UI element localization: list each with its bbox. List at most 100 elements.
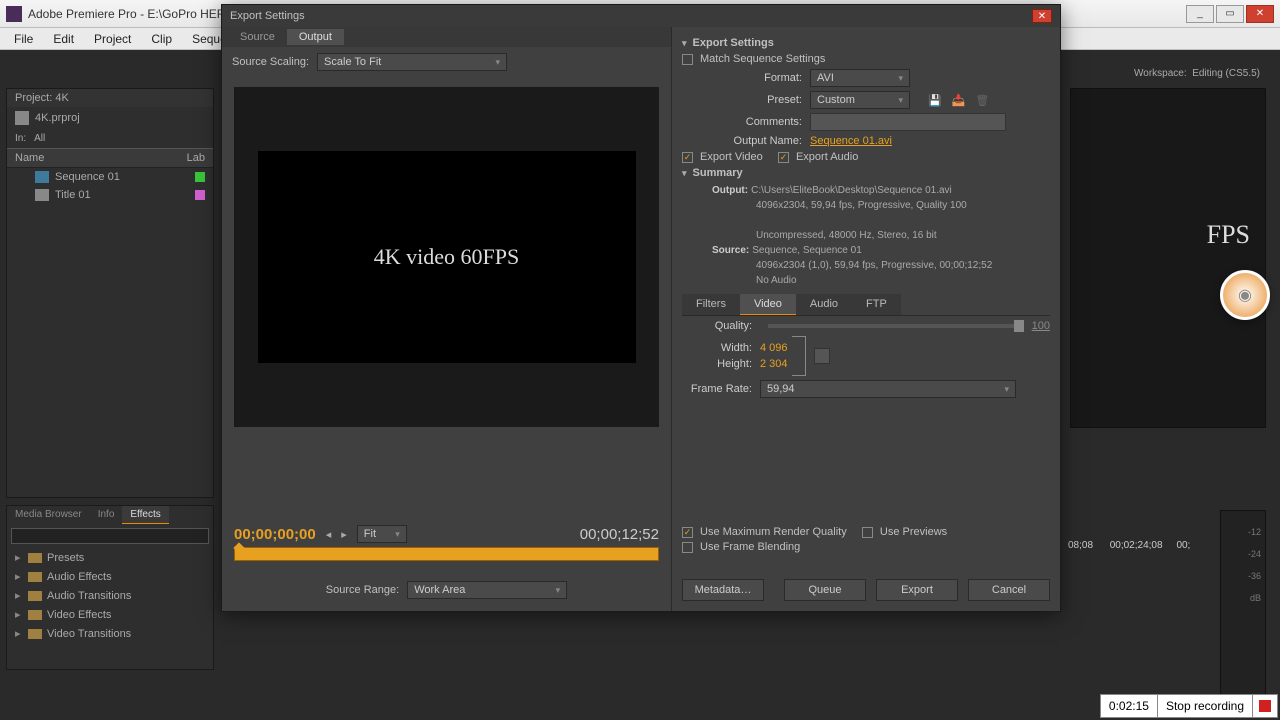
max-render-quality-checkbox[interactable] — [682, 527, 693, 538]
menu-clip[interactable]: Clip — [141, 30, 182, 48]
quality-slider[interactable] — [768, 324, 1024, 328]
zoom-fit-dropdown[interactable]: Fit — [357, 525, 407, 543]
menu-edit[interactable]: Edit — [43, 30, 84, 48]
camera-badge-icon[interactable]: ◉ — [1220, 270, 1270, 320]
source-range-dropdown[interactable]: Work Area — [407, 581, 567, 599]
tab-video[interactable]: Video — [740, 294, 796, 315]
queue-button[interactable]: Queue — [784, 579, 866, 601]
tab-output[interactable]: Output — [287, 29, 344, 45]
folder-presets[interactable]: ▸Presets — [7, 548, 213, 567]
tab-ftp[interactable]: FTP — [852, 294, 901, 315]
step-back-icon[interactable]: ◂ — [326, 528, 332, 541]
project-panel: Project: 4K 4K.prproj In:All NameLab Seq… — [6, 88, 214, 498]
timecode-out: 00;00;12;52 — [580, 526, 659, 543]
tab-media-browser[interactable]: Media Browser — [7, 506, 90, 524]
close-button[interactable]: ✕ — [1246, 5, 1274, 23]
folder-icon — [28, 610, 42, 620]
project-tab[interactable]: Project: 4K — [7, 89, 213, 107]
export-button[interactable]: Export — [876, 579, 958, 601]
frame-blending-label: Use Frame Blending — [700, 541, 800, 553]
time-ruler[interactable] — [234, 547, 659, 561]
recording-overlay: 0:02:15 Stop recording — [1100, 694, 1278, 718]
summary-output-spec: 4096x2304, 59,94 fps, Progressive, Quali… — [756, 200, 967, 211]
recording-time: 0:02:15 — [1101, 695, 1158, 717]
sequence-icon — [35, 171, 49, 183]
title-icon — [35, 189, 49, 201]
summary-source-name: Sequence, Sequence 01 — [752, 245, 862, 256]
use-previews-label: Use Previews — [880, 526, 947, 538]
summary-header[interactable]: ▾Summary — [682, 167, 1050, 179]
match-sequence-checkbox[interactable] — [682, 54, 693, 65]
dialog-close-button[interactable]: ✕ — [1032, 9, 1052, 23]
timecode-in[interactable]: 00;00;00;00 — [234, 526, 316, 543]
export-video-checkbox[interactable] — [682, 152, 693, 163]
effects-search[interactable] — [11, 528, 209, 544]
source-scaling-dropdown[interactable]: Scale To Fit — [317, 53, 507, 71]
export-dialog: Export Settings ✕ Source Output Source S… — [221, 4, 1061, 612]
aspect-lock-checkbox[interactable] — [814, 348, 830, 364]
menu-project[interactable]: Project — [84, 30, 141, 48]
label-chip — [195, 190, 205, 200]
folder-icon — [28, 553, 42, 563]
cancel-button[interactable]: Cancel — [968, 579, 1050, 601]
menu-file[interactable]: File — [4, 30, 43, 48]
tab-source[interactable]: Source — [228, 29, 287, 45]
project-file: 4K.prproj — [7, 107, 213, 129]
export-audio-checkbox[interactable] — [778, 152, 789, 163]
link-dimensions-icon[interactable] — [792, 336, 806, 376]
delete-preset-icon[interactable]: 🗑 — [975, 94, 989, 107]
summary-source-spec: 4096x2304 (1,0), 59,94 fps, Progressive,… — [756, 260, 992, 271]
output-name-link[interactable]: Sequence 01.avi — [810, 135, 892, 147]
width-value[interactable]: 4 096 — [760, 342, 788, 354]
folder-audio-effects[interactable]: ▸Audio Effects — [7, 567, 213, 586]
import-preset-icon[interactable]: 📥 — [952, 94, 966, 107]
stop-recording-button[interactable]: Stop recording — [1158, 695, 1253, 717]
use-previews-checkbox[interactable] — [862, 527, 873, 538]
folder-video-effects[interactable]: ▸Video Effects — [7, 605, 213, 624]
program-monitor — [1070, 88, 1266, 428]
title-item[interactable]: Title 01 — [7, 186, 213, 204]
export-preview[interactable]: 4K video 60FPS — [234, 87, 659, 427]
tab-info[interactable]: Info — [90, 506, 123, 524]
summary-source-label: Source: — [712, 245, 749, 256]
program-text: FPS — [1207, 220, 1250, 250]
frame-blending-checkbox[interactable] — [682, 542, 693, 553]
tab-filters[interactable]: Filters — [682, 294, 740, 315]
folder-audio-transitions[interactable]: ▸Audio Transitions — [7, 586, 213, 605]
save-preset-icon[interactable]: 💾 — [928, 94, 942, 107]
record-indicator-icon[interactable] — [1259, 700, 1271, 712]
framerate-dropdown[interactable]: 59,94 — [760, 380, 1016, 398]
max-render-quality-label: Use Maximum Render Quality — [700, 526, 847, 538]
preset-dropdown[interactable]: Custom — [810, 91, 910, 109]
dialog-titlebar[interactable]: Export Settings ✕ — [222, 5, 1060, 27]
app-icon — [6, 6, 22, 22]
minimize-button[interactable]: _ — [1186, 5, 1214, 23]
width-label: Width: — [682, 342, 760, 354]
format-label: Format: — [682, 72, 810, 84]
audio-meter: -12-24-36dB — [1220, 510, 1266, 700]
tab-effects[interactable]: Effects — [122, 506, 168, 524]
comments-label: Comments: — [682, 116, 810, 128]
column-headers[interactable]: NameLab — [7, 148, 213, 168]
comments-input[interactable] — [810, 113, 1006, 131]
summary-output-path: C:\Users\EliteBook\Desktop\Sequence 01.a… — [751, 185, 952, 196]
folder-video-transitions[interactable]: ▸Video Transitions — [7, 624, 213, 643]
export-audio-label: Export Audio — [796, 151, 858, 163]
sequence-item[interactable]: Sequence 01 — [7, 168, 213, 186]
export-settings-header[interactable]: ▾Export Settings — [682, 37, 1050, 49]
tab-audio[interactable]: Audio — [796, 294, 852, 315]
summary-output-audio: Uncompressed, 48000 Hz, Stereo, 16 bit — [756, 230, 937, 241]
format-dropdown[interactable]: AVI — [810, 69, 910, 87]
source-scaling-label: Source Scaling: — [232, 56, 309, 68]
metadata-button[interactable]: Metadata… — [682, 579, 764, 601]
dialog-title: Export Settings — [230, 10, 305, 22]
folder-icon — [28, 591, 42, 601]
height-value[interactable]: 2 304 — [760, 358, 788, 370]
workspace-selector[interactable]: Workspace: Editing (CS5.5) — [1134, 68, 1260, 79]
effects-panel: Media Browser Info Effects ▸Presets ▸Aud… — [6, 505, 214, 670]
source-range-label: Source Range: — [326, 584, 399, 596]
step-fwd-icon[interactable]: ▸ — [341, 528, 347, 541]
preset-label: Preset: — [682, 94, 810, 106]
maximize-button[interactable]: ▭ — [1216, 5, 1244, 23]
quality-value[interactable]: 100 — [1032, 320, 1050, 332]
